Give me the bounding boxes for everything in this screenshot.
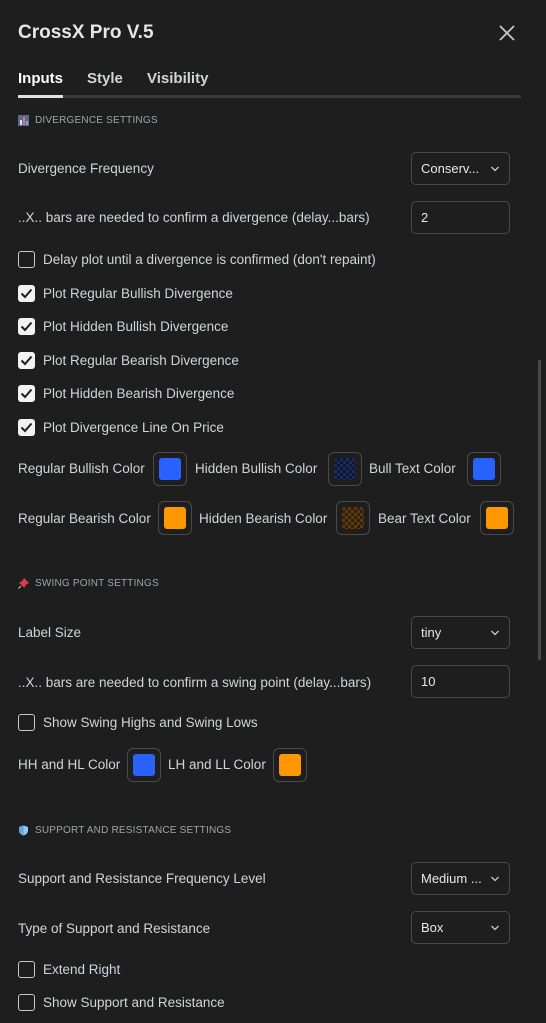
- checkbox-label: Delay plot until a divergence is confirm…: [43, 252, 376, 267]
- regular-bearish-color-label: Regular Bearish Color: [18, 511, 151, 526]
- divergence-line-checkbox[interactable]: [18, 419, 35, 436]
- tab-visibility[interactable]: Visibility: [147, 70, 208, 87]
- hidden-bullish-color-swatch[interactable]: [328, 452, 362, 486]
- hidden-bearish-checkbox[interactable]: [18, 385, 35, 402]
- sr-frequency-select[interactable]: Medium ...: [411, 862, 510, 895]
- sr-type-select[interactable]: Box: [411, 911, 510, 944]
- pushpin-icon: [18, 578, 29, 589]
- color-fill: [133, 754, 155, 776]
- checkmark-icon: [20, 288, 33, 299]
- hidden-bullish-checkbox[interactable]: [18, 318, 35, 335]
- hidden-bearish-color-label: Hidden Bearish Color: [199, 511, 328, 526]
- bull-text-color-swatch[interactable]: [467, 452, 501, 486]
- checkmark-icon: [20, 355, 33, 366]
- hidden-bearish-color-swatch[interactable]: [336, 501, 370, 535]
- swing-section-header: SWING POINT SETTINGS: [18, 578, 159, 589]
- bear-text-color-label: Bear Text Color: [378, 511, 471, 526]
- divergence-frequency-select[interactable]: Conserv...: [411, 152, 510, 185]
- color-fill: [342, 507, 364, 529]
- section-title: SWING POINT SETTINGS: [35, 578, 159, 589]
- tab-style[interactable]: Style: [87, 70, 123, 87]
- section-title: DIVERGENCE SETTINGS: [35, 115, 158, 126]
- extend-right-checkbox[interactable]: [18, 961, 35, 978]
- chevron-down-icon: [491, 876, 499, 882]
- hh-hl-color-label: HH and HL Color: [18, 757, 121, 772]
- divergence-section-header: DIVERGENCE SETTINGS: [18, 115, 158, 126]
- divergence-confirm-bars-input[interactable]: 2: [411, 201, 510, 234]
- sr-frequency-label: Support and Resistance Frequency Level: [18, 871, 266, 886]
- scrollbar[interactable]: [538, 360, 541, 660]
- hidden-bullish-color-label: Hidden Bullish Color: [195, 461, 318, 476]
- checkbox-label: Show Swing Highs and Swing Lows: [43, 715, 258, 730]
- swing-confirm-bars-input[interactable]: 10: [411, 665, 510, 698]
- chevron-down-icon: [491, 630, 499, 636]
- regular-bullish-color-label: Regular Bullish Color: [18, 461, 145, 476]
- dialog-title: CrossX Pro V.5: [18, 22, 154, 43]
- color-fill: [279, 754, 301, 776]
- lh-ll-color-label: LH and LL Color: [168, 757, 266, 772]
- chevron-down-icon: [491, 166, 499, 172]
- label-size-select[interactable]: tiny: [411, 616, 510, 649]
- hh-hl-color-swatch[interactable]: [127, 748, 161, 782]
- swing-confirm-bars-label: ..X.. bars are needed to confirm a swing…: [18, 675, 372, 690]
- select-value: Box: [421, 920, 444, 935]
- section-title: SUPPORT AND RESISTANCE SETTINGS: [35, 825, 232, 836]
- show-swing-checkbox[interactable]: [18, 714, 35, 731]
- color-fill: [334, 458, 356, 480]
- select-value: tiny: [421, 625, 442, 640]
- regular-bullish-checkbox[interactable]: [18, 285, 35, 302]
- sr-type-label: Type of Support and Resistance: [18, 921, 211, 936]
- close-icon: [499, 25, 515, 41]
- regular-bearish-color-swatch[interactable]: [158, 501, 192, 535]
- color-fill: [159, 458, 181, 480]
- lh-ll-color-swatch[interactable]: [273, 748, 307, 782]
- active-tab-indicator: [18, 95, 63, 98]
- color-fill: [473, 458, 495, 480]
- sr-section-header: SUPPORT AND RESISTANCE SETTINGS: [18, 825, 231, 836]
- checkbox-label: Plot Regular Bearish Divergence: [43, 353, 239, 368]
- show-sr-checkbox[interactable]: [18, 994, 35, 1011]
- checkbox-label: Plot Hidden Bearish Divergence: [43, 386, 235, 401]
- tab-bar: Inputs Style Visibility: [18, 68, 521, 98]
- regular-bullish-color-swatch[interactable]: [153, 452, 187, 486]
- bull-text-color-label: Bull Text Color: [369, 461, 456, 476]
- checkbox-label: Plot Divergence Line On Price: [43, 420, 224, 435]
- checkmark-icon: [20, 321, 33, 332]
- bar-chart-icon: [18, 115, 29, 126]
- close-button[interactable]: [496, 22, 518, 44]
- color-fill: [164, 507, 186, 529]
- checkbox-label: Show Support and Resistance: [43, 995, 225, 1010]
- tab-inputs[interactable]: Inputs: [18, 70, 63, 87]
- select-value: Conserv...: [421, 161, 480, 176]
- select-value: Medium ...: [421, 871, 482, 886]
- divergence-frequency-label: Divergence Frequency: [18, 161, 154, 176]
- delay-plot-checkbox[interactable]: [18, 251, 35, 268]
- bear-text-color-swatch[interactable]: [480, 501, 514, 535]
- chevron-down-icon: [491, 925, 499, 931]
- checkmark-icon: [20, 422, 33, 433]
- divergence-confirm-bars-label: ..X.. bars are needed to confirm a diver…: [18, 210, 370, 225]
- checkbox-label: Plot Hidden Bullish Divergence: [43, 319, 229, 334]
- checkbox-label: Extend Right: [43, 962, 121, 977]
- regular-bearish-checkbox[interactable]: [18, 352, 35, 369]
- settings-dialog: CrossX Pro V.5 Inputs Style Visibility D…: [0, 0, 546, 1023]
- checkmark-icon: [20, 388, 33, 399]
- shield-icon: [19, 825, 28, 836]
- color-fill: [486, 507, 508, 529]
- checkbox-label: Plot Regular Bullish Divergence: [43, 286, 233, 301]
- label-size-label: Label Size: [18, 625, 82, 640]
